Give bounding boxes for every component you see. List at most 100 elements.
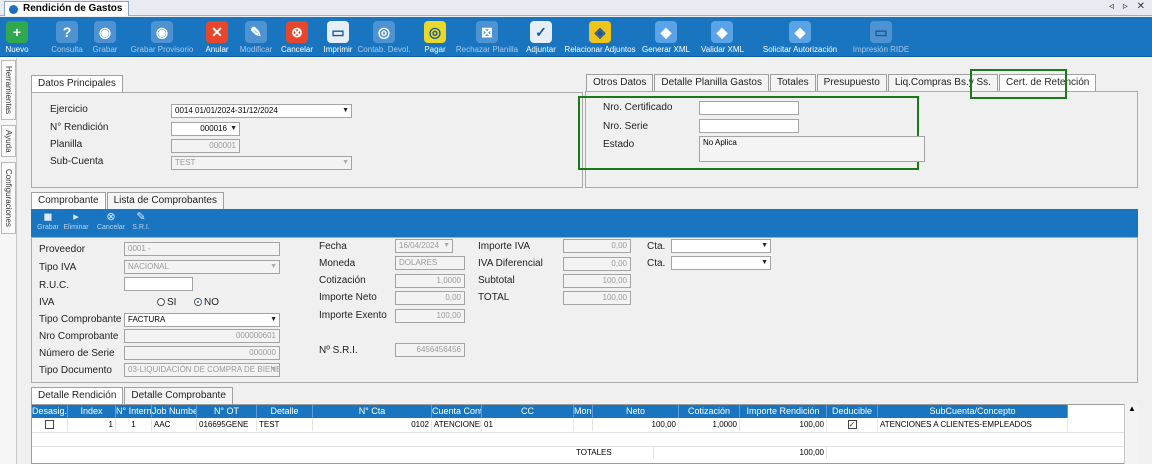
toolbar-button-contab_devol[interactable]: ◎ Contab. Devol. xyxy=(356,17,412,57)
grid-cell-3[interactable]: AAC xyxy=(152,419,197,431)
tab-detalle-comprobante[interactable]: Detalle Comprobante xyxy=(124,387,233,404)
grid-header-9[interactable]: Moneda xyxy=(574,405,593,418)
toolbar-button-relacionar_adjuntos[interactable]: ◈ Relacionar Adjuntos xyxy=(561,17,639,57)
toolbar-button-cancelar[interactable]: ⊗ Cancelar xyxy=(278,17,316,57)
right-tab-2[interactable]: Totales xyxy=(769,74,816,91)
serie-field[interactable] xyxy=(699,119,799,133)
grid-cell-2[interactable]: 1 xyxy=(116,419,152,431)
iva-si-radio[interactable]: SI xyxy=(157,297,176,308)
nro-comp-field[interactable]: 000000601 xyxy=(124,329,280,343)
toolbar-button-imprimir[interactable]: ▭ Imprimir xyxy=(318,17,358,57)
imp-neto-field[interactable]: 0,00 xyxy=(395,291,465,305)
grid-cell-7[interactable]: ATENCIONES A CLIENTES, xyxy=(432,419,482,431)
toolbar-button-rechazar_planilla[interactable]: ⊠ Rechazar Planilla xyxy=(455,17,519,57)
subtoolbar-button-grabar[interactable]: ◼ Grabar xyxy=(35,211,61,231)
tab-datos-principales[interactable]: Datos Principales xyxy=(31,75,123,92)
num-serie-field[interactable]: 000000 xyxy=(124,346,280,360)
tipo-comp-select[interactable]: FACTURA ▼ xyxy=(124,313,280,327)
grid-header-7[interactable]: Cuenta Contable xyxy=(432,405,482,418)
grid-cell-0[interactable] xyxy=(32,419,68,431)
toolbar-button-impresion_ride[interactable]: ▭ Impresión RIDE xyxy=(851,17,911,57)
toolbar-button-nuevo[interactable]: + Nuevo xyxy=(2,17,32,57)
subtoolbar-button-cancelar[interactable]: ⊗ Cancelar xyxy=(95,211,127,231)
toolbar-button-validar_xml[interactable]: ◆ Validar XML xyxy=(701,17,744,57)
toolbar-button-grabar_provisorio[interactable]: ◉ Grabar Provisorio xyxy=(127,17,197,57)
grid-cell-5[interactable]: TEST xyxy=(257,419,313,431)
grid-header-1[interactable]: Index xyxy=(68,405,116,418)
ejercicio-select[interactable]: 0014 01/01/2024-31/12/2024 ▼ xyxy=(171,104,352,118)
grid-cell-14[interactable]: ATENCIONES A CLIENTES-EMPLEADOS xyxy=(878,419,1068,431)
right-tab-1[interactable]: Detalle Planilla Gastos xyxy=(654,74,769,91)
iva-dif-field[interactable]: 0,00 xyxy=(563,257,631,271)
window-controls[interactable]: ◃ ▹ ✕ xyxy=(1109,1,1148,12)
cta2-select[interactable]: ▼ xyxy=(671,256,771,270)
grid-header-12[interactable]: Importe Rendición xyxy=(740,405,827,418)
grid-cell-11[interactable]: 1,0000 xyxy=(679,419,740,431)
grid-header-6[interactable]: N° Cta xyxy=(313,405,432,418)
tab-detalle-rendicion[interactable]: Detalle Rendición xyxy=(31,387,124,404)
grid-header-3[interactable]: Job Number xyxy=(152,405,197,418)
toolbar-button-grabar[interactable]: ◉ Grabar xyxy=(88,17,122,57)
toolbar-button-adjuntar[interactable]: ✓ Adjuntar xyxy=(523,17,559,57)
document-tab[interactable]: Rendición de Gastos xyxy=(4,1,130,16)
right-tab-0[interactable]: Otros Datos xyxy=(586,74,654,91)
desasig-checkbox[interactable] xyxy=(45,420,54,429)
proveedor-field[interactable]: 0001 - xyxy=(124,242,280,256)
subtoolbar-button-sri[interactable]: ✎ S.R.I. xyxy=(129,211,153,231)
estado-field[interactable]: No Aplica xyxy=(699,136,925,162)
radio-si-icon xyxy=(157,298,165,306)
rail-tab-herramientas[interactable]: Herramientas xyxy=(1,60,16,120)
toolbar-label-pagar: Pagar xyxy=(424,45,446,54)
grid-cell-9[interactable] xyxy=(574,419,593,431)
rail-tab-ayuda[interactable]: Ayuda xyxy=(1,125,16,157)
imp-exento-field[interactable]: 100,00 xyxy=(395,309,465,323)
rail-tab-configuraciones[interactable]: Configuraciones xyxy=(1,162,16,234)
tipo-iva-select[interactable]: NACIONAL ▼ xyxy=(124,260,280,274)
grid-cell-4[interactable]: 016695GENE xyxy=(197,419,257,431)
subtotal-field[interactable]: 100,00 xyxy=(563,274,631,288)
planilla-field[interactable]: 000001 xyxy=(171,139,240,153)
nro-sri-field[interactable]: 6456456456 xyxy=(395,343,465,357)
grid-header-0[interactable]: Desasig. xyxy=(32,405,68,418)
grid-cell-6[interactable]: 0102 xyxy=(313,419,432,431)
imp-iva-field[interactable]: 0,00 xyxy=(563,239,631,253)
scroll-up-icon[interactable]: ▲ xyxy=(1128,404,1136,413)
right-tab-3[interactable]: Presupuesto xyxy=(816,74,887,91)
certificado-field[interactable] xyxy=(699,101,799,115)
ruc-field[interactable] xyxy=(124,277,193,291)
subtoolbar-button-eliminar[interactable]: ▸ Eliminar xyxy=(61,211,91,231)
grid-cell-12[interactable]: 100,00 xyxy=(740,419,827,431)
rendicion-select[interactable]: 000016 ▼ xyxy=(171,122,240,136)
grid-header-8[interactable]: CC xyxy=(482,405,574,418)
grid-cell-8[interactable]: 01 xyxy=(482,419,574,431)
subcuenta-select[interactable]: TEST ▼ xyxy=(171,156,352,170)
deducible-checkbox[interactable]: ✓ xyxy=(847,420,857,429)
cotizacion-field[interactable]: 1,0000 xyxy=(395,274,465,288)
total-field[interactable]: 100,00 xyxy=(563,291,631,305)
grid-header-2[interactable]: N° Interno xyxy=(116,405,152,418)
toolbar-button-pagar[interactable]: ◎ Pagar xyxy=(420,17,450,57)
fecha-field[interactable]: 16/04/2024 ▼ xyxy=(395,239,453,253)
grid-header-10[interactable]: Neto xyxy=(593,405,679,418)
grid-header-14[interactable]: SubCuenta/Concepto xyxy=(878,405,1068,418)
grid-header-11[interactable]: Cotización xyxy=(679,405,740,418)
grid-header-5[interactable]: Detalle xyxy=(257,405,313,418)
grid-cell-13[interactable]: ✓ xyxy=(827,419,878,431)
toolbar-button-consulta[interactable]: ? Consulta xyxy=(48,17,86,57)
toolbar-button-generar_xml[interactable]: ◆ Generar XML xyxy=(640,17,692,57)
toolbar-button-modificar[interactable]: ✎ Modificar xyxy=(236,17,276,57)
grid-header-13[interactable]: Deducible xyxy=(827,405,878,418)
moneda-field[interactable]: DOLARES xyxy=(395,256,465,270)
grid-cell-1[interactable]: 1 xyxy=(68,419,116,431)
grid-scrollbar[interactable]: ▲ xyxy=(1124,404,1138,464)
iva-no-radio[interactable]: NO xyxy=(194,297,219,308)
tab-comprobante[interactable]: Comprobante xyxy=(31,192,106,209)
toolbar-button-solicitar_autorizacion[interactable]: ◆ Solicitar Autorización xyxy=(758,17,842,57)
toolbar-label-contab_devol: Contab. Devol. xyxy=(357,45,411,54)
grid-cell-10[interactable]: 100,00 xyxy=(593,419,679,431)
grid-header-4[interactable]: N° OT xyxy=(197,405,257,418)
tab-lista-comprobantes[interactable]: Lista de Comprobantes xyxy=(106,192,224,209)
toolbar-button-anular[interactable]: ✕ Anular xyxy=(202,17,232,57)
tipo-doc-select[interactable]: 03-LIQUIDACIÓN DE COMPRA DE BIENES ▼ xyxy=(124,363,280,377)
cta1-select[interactable]: ▼ xyxy=(671,239,771,253)
